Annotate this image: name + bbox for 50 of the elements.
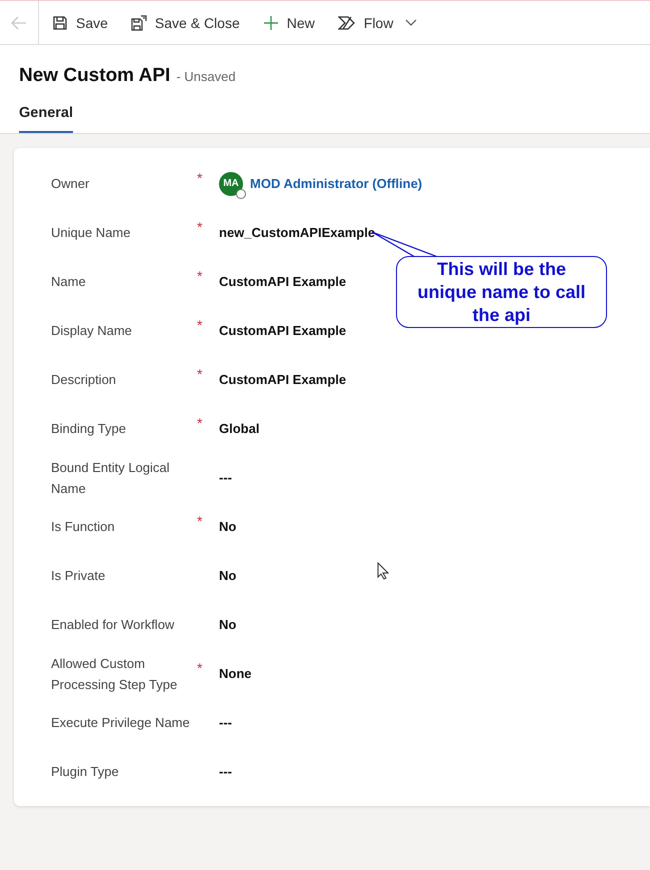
new-button[interactable]: New [252,4,325,40]
field-value: --- [219,715,232,730]
required-mark: * [197,219,204,235]
field-label: Plugin Type [51,763,120,781]
save-status: - Unsaved [176,69,236,84]
field-value: CustomAPI Example [219,274,346,289]
back-arrow-icon [11,16,27,30]
save-icon [52,14,68,30]
field-value: CustomAPI Example [219,323,346,338]
caret-icon [405,18,418,26]
field-value: Global [219,421,260,436]
flow-button[interactable]: Flow [328,4,428,40]
required-mark: * [197,317,204,333]
field-label: Binding Type [51,420,127,438]
field-value: --- [219,470,232,485]
mouse-cursor-icon [377,562,389,580]
field-value: --- [219,764,232,779]
field-label: Bound Entity Logical Name [51,458,171,498]
avatar: MA [219,172,243,196]
record-title: New Custom API [19,65,170,87]
tab[interactable]: General [19,101,73,133]
required-mark: * [197,366,204,382]
save-close-button[interactable]: Save & Close [120,4,250,40]
field-value: CustomAPI Example [219,372,346,387]
callout: This will be the unique name to call the api [396,256,607,328]
field-label: Is Function [51,518,116,536]
required-mark: * [197,268,204,284]
field-value: No [219,568,236,583]
save-close-icon [130,14,147,30]
field-label: Unique Name [51,224,132,242]
field-value: None [219,666,252,681]
required-mark: * [197,660,204,676]
field-label: Enabled for Workflow [51,616,176,634]
field-label: Name [51,273,87,291]
required-mark: * [197,170,204,186]
field-value: No [219,617,236,632]
owner-link[interactable]: MOD Administrator (Offline) [250,176,422,191]
save-button[interactable]: Save [42,4,118,40]
field-label: Owner [51,175,90,193]
field-value: No [219,519,236,534]
field-label: Execute Privilege Name [51,714,191,732]
required-mark: * [197,415,204,431]
required-mark: * [197,513,204,529]
field-label: Description [51,371,118,389]
flow-icon [338,14,356,30]
field-label: Is Private [51,567,106,585]
field-label: Display Name [51,322,133,340]
field-value: new_CustomAPIExample [219,225,376,240]
plus-icon [262,14,279,30]
field-label: Allowed Custom Processing Step Type [51,654,178,694]
